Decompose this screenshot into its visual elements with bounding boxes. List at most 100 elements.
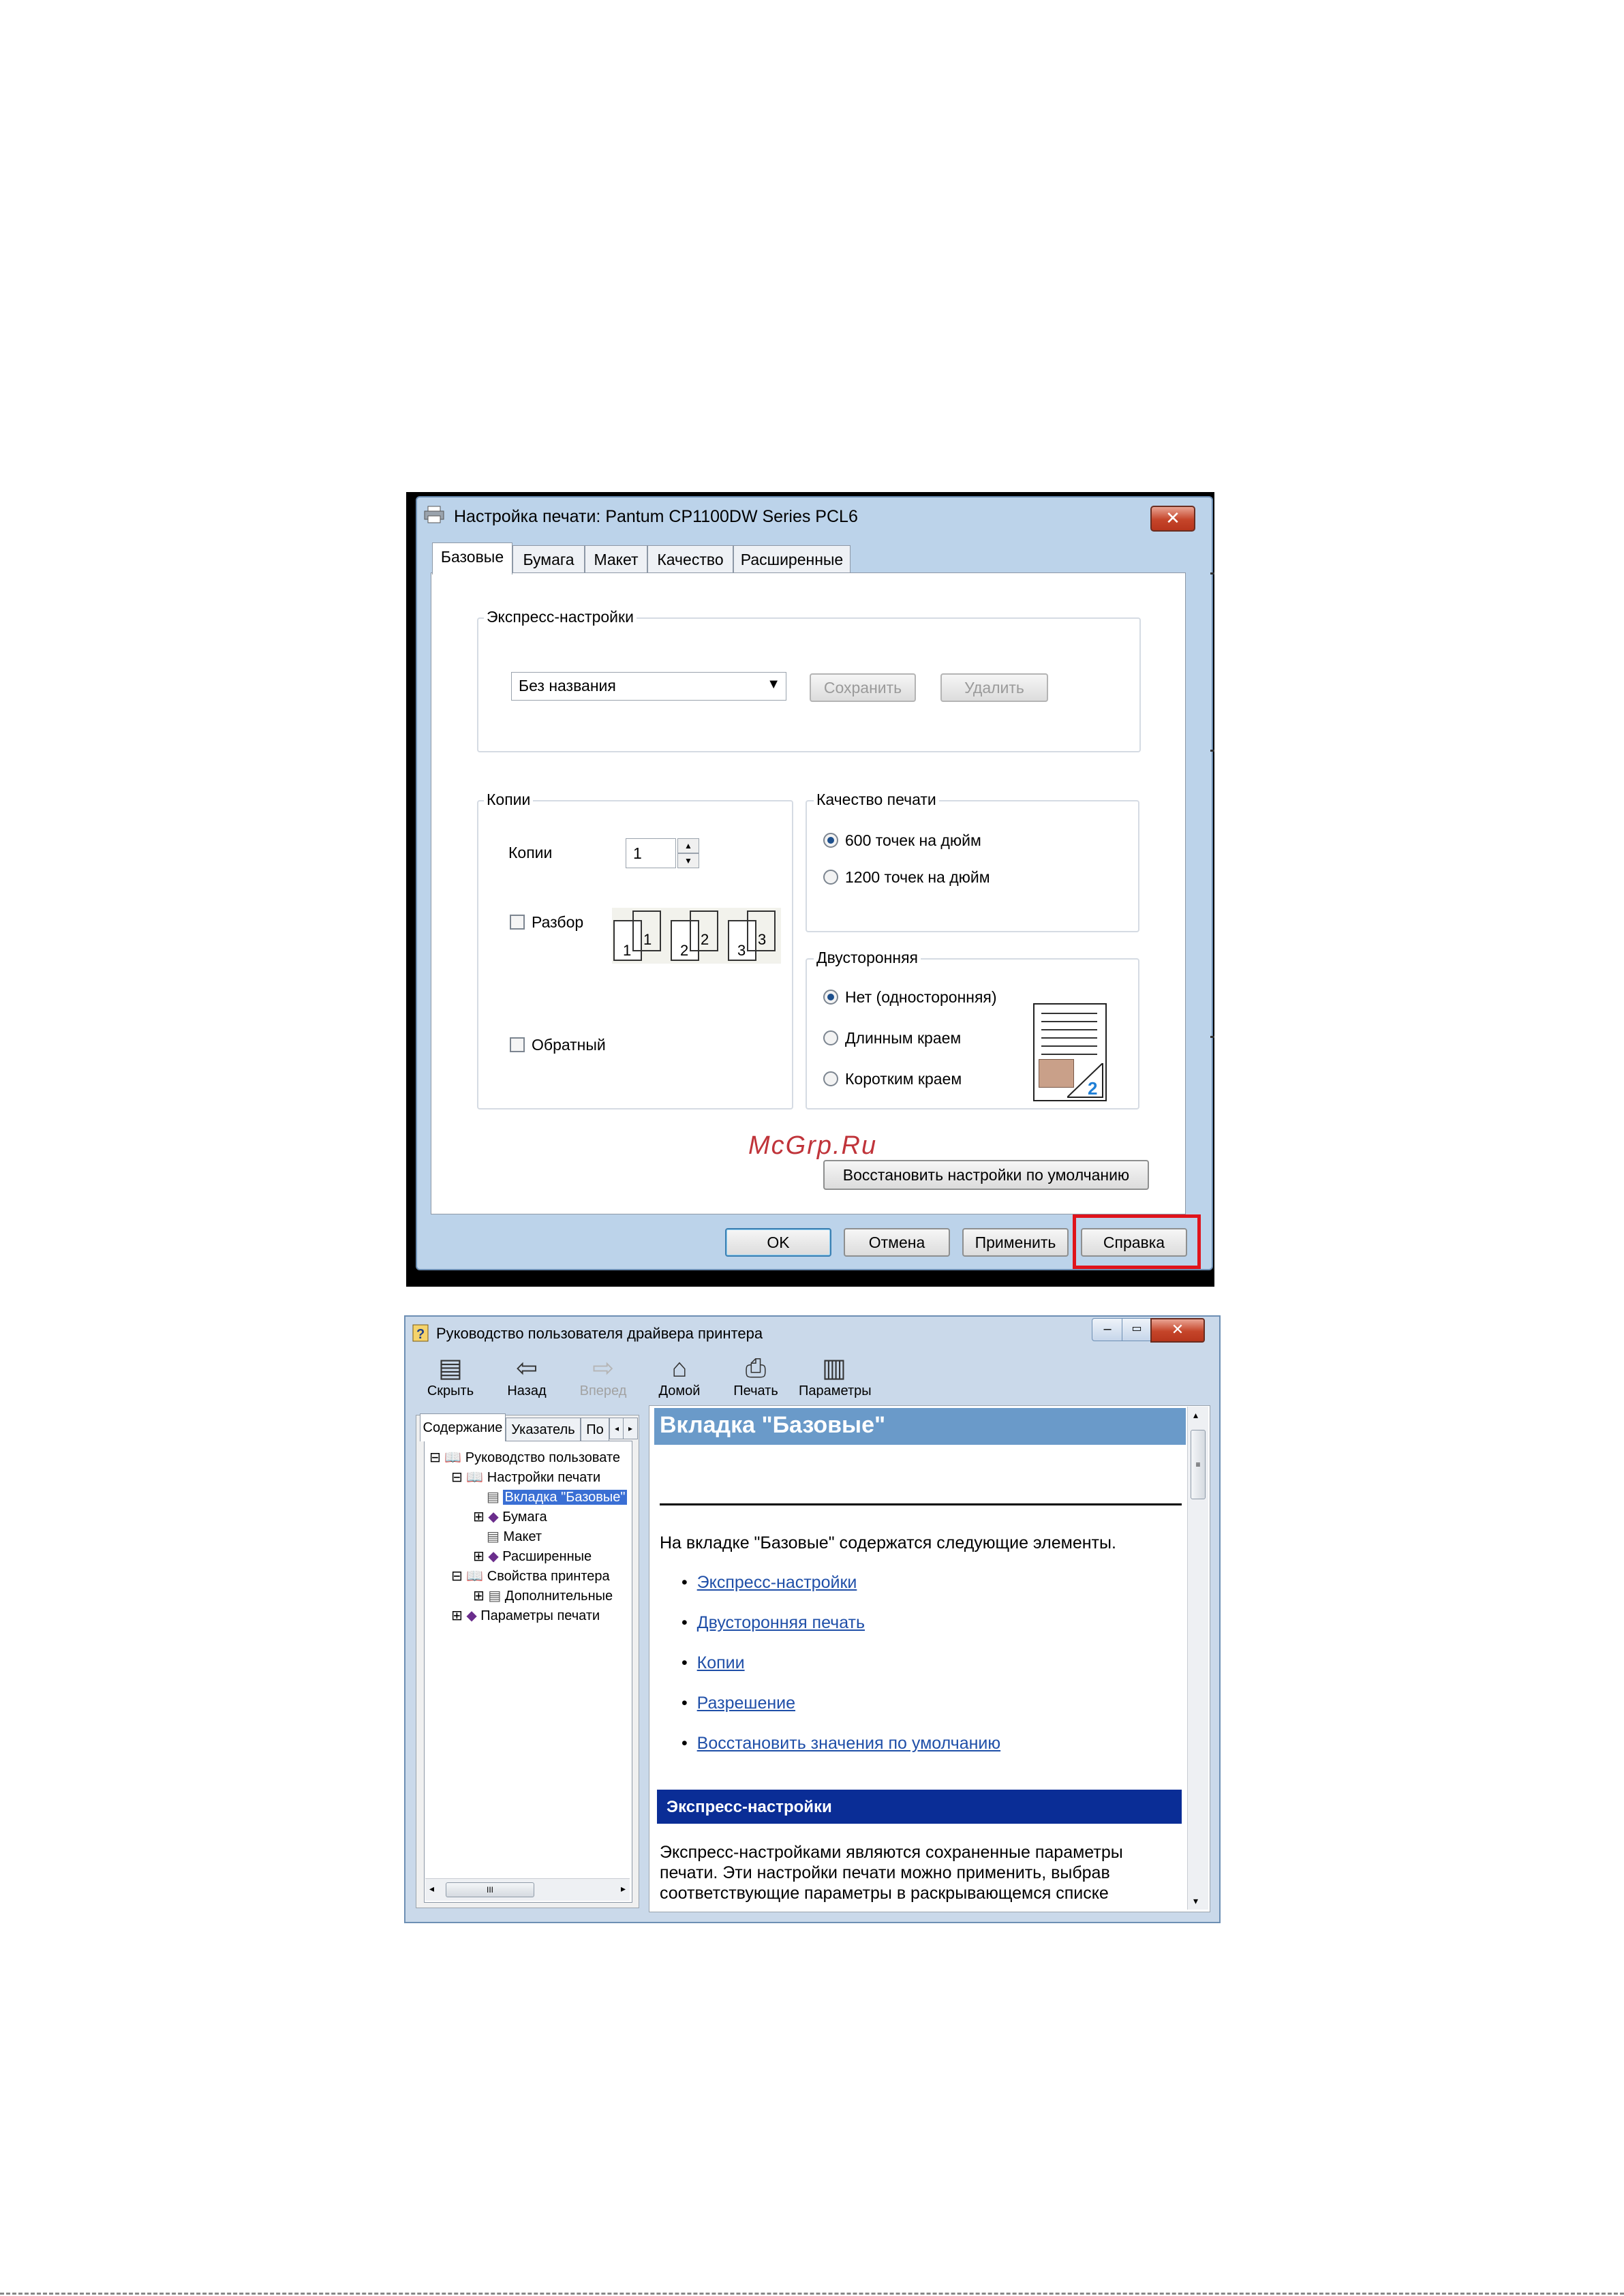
content-intro: На вкладке "Базовые" содержатся следующи…: [660, 1533, 1116, 1552]
dropdown-arrow-icon: ▼: [767, 677, 780, 692]
tab-basic[interactable]: Базовые: [432, 542, 512, 575]
close-button[interactable]: ✕: [1150, 506, 1195, 532]
dialog-title: Настройка печати: Pantum CP1100DW Series…: [454, 507, 858, 526]
tree-item[interactable]: ⊞ ▤ Дополнительные: [473, 1587, 613, 1604]
tree-horizontal-scrollbar[interactable]: ◂ III ▸: [425, 1878, 630, 1901]
duplex-long-edge-radio[interactable]: [823, 1030, 838, 1045]
duplex-long-edge-label: Длинным краем: [845, 1029, 962, 1047]
section-text-line: Экспресс-настройками являются сохраненны…: [660, 1843, 1123, 1862]
options-icon: ▥: [822, 1354, 846, 1383]
collate-page: 1: [632, 910, 661, 951]
section-text-line: печати. Эти настройки печати можно приме…: [660, 1863, 1110, 1882]
cancel-button[interactable]: Отмена: [844, 1228, 950, 1257]
quality-600-radio[interactable]: [823, 833, 838, 848]
copies-up-button[interactable]: ▲: [677, 838, 699, 853]
copies-value: 1: [633, 844, 642, 862]
background-fragment: [1210, 572, 1214, 575]
restore-defaults-button[interactable]: Восстановить настройки по умолчанию: [823, 1160, 1149, 1190]
nav-tab-index[interactable]: Указатель: [506, 1418, 581, 1442]
toolbar-back-button[interactable]: ⇦ Назад: [499, 1353, 555, 1399]
duplex-preview: 2: [1033, 1003, 1107, 1101]
copies-label: Копии: [508, 844, 553, 861]
link-item[interactable]: • Копии: [681, 1653, 745, 1673]
tab-layout[interactable]: Макет: [585, 545, 647, 574]
scroll-down-icon: ▾: [1193, 1895, 1199, 1906]
collate-preview: 1 1 2 2 3 3: [612, 908, 781, 964]
duplex-none-radio[interactable]: [823, 990, 838, 1005]
back-arrow-icon: ⇦: [516, 1354, 538, 1383]
copies-legend: Копии: [484, 791, 534, 809]
toolbar-hide-button[interactable]: ▤ Скрыть: [423, 1353, 478, 1399]
duplex-short-edge-radio[interactable]: [823, 1071, 838, 1086]
quality-1200-label: 1200 точек на дюйм: [845, 868, 990, 886]
home-icon: ⌂: [671, 1354, 688, 1383]
tab-scroll-right-icon[interactable]: ▸: [623, 1418, 638, 1439]
svg-text:2: 2: [1088, 1078, 1097, 1099]
copies-down-button[interactable]: ▼: [677, 853, 699, 868]
section-heading: Экспресс-настройки: [667, 1798, 832, 1816]
tree-item[interactable]: ⊞ ◆ Бумага: [473, 1508, 547, 1525]
tree-item[interactable]: ⊞ ◆ Расширенные: [473, 1548, 592, 1565]
express-settings-legend: Экспресс-настройки: [484, 608, 637, 626]
book-open-icon: 📖: [444, 1450, 462, 1465]
tree-item[interactable]: ▤ Макет: [487, 1528, 542, 1545]
content-vertical-scrollbar[interactable]: ▴ ≡ ▾: [1187, 1407, 1208, 1910]
save-preset-button[interactable]: Сохранить: [810, 673, 916, 702]
tab-quality[interactable]: Качество: [647, 545, 733, 574]
tab-advanced[interactable]: Расширенные: [733, 545, 851, 574]
help-button-highlight: [1073, 1214, 1201, 1269]
section-text-line: соответствующие параметры в раскрывающем…: [660, 1884, 1109, 1903]
toolbar-options-button[interactable]: ▥ Параметры: [799, 1353, 872, 1399]
link-item[interactable]: • Двусторонняя печать: [681, 1613, 865, 1633]
background-fragment: [1210, 1036, 1214, 1038]
link-item[interactable]: • Экспресс-настройки: [681, 1573, 857, 1593]
tree-item[interactable]: ⊟ 📖 Свойства принтера: [451, 1567, 610, 1585]
nav-tab-search[interactable]: По: [581, 1418, 609, 1442]
help-window-title: Руководство пользователя драйвера принте…: [436, 1325, 763, 1342]
printer-icon: [424, 506, 444, 523]
tree-item[interactable]: ⊟ 📖 Настройки печати: [451, 1469, 600, 1486]
toolbar-print-button[interactable]: ⎙ Печать: [728, 1353, 784, 1399]
link-item[interactable]: • Разрешение: [681, 1694, 795, 1713]
tree-item[interactable]: ⊞ ◆ Параметры печати: [451, 1607, 600, 1624]
book-closed-icon: ◆: [488, 1549, 499, 1564]
content-heading: Вкладка "Базовые": [660, 1412, 886, 1438]
book-closed-icon: ◆: [466, 1608, 477, 1623]
help-close-button[interactable]: ✕: [1150, 1318, 1205, 1343]
toolbar-home-button[interactable]: ⌂ Домой: [652, 1353, 707, 1399]
reverse-checkbox[interactable]: [510, 1037, 525, 1052]
page-bottom-rule: [0, 2293, 1624, 2295]
tab-scroll-left-icon[interactable]: ◂: [609, 1418, 624, 1439]
book-closed-icon: ◆: [488, 1510, 499, 1525]
tree-item[interactable]: ▤ Вкладка "Базовые": [487, 1488, 627, 1505]
quality-600-label: 600 точек на дюйм: [845, 831, 981, 849]
delete-preset-button[interactable]: Удалить: [940, 673, 1048, 702]
toolbar-forward-button[interactable]: ⇨ Вперед: [575, 1353, 631, 1399]
quality-1200-radio[interactable]: [823, 870, 838, 885]
forward-arrow-icon: ⇨: [592, 1354, 614, 1383]
heading-divider: [660, 1503, 1182, 1505]
tree-expander-icon: ⊟: [429, 1450, 441, 1465]
duplex-none-label: Нет (односторонняя): [845, 988, 997, 1006]
maximize-button[interactable]: ▭: [1122, 1318, 1152, 1341]
scroll-thumb: III: [446, 1882, 534, 1897]
contents-tree-items: ⊟ 📖 Руководство пользовате ⊟ 📖 Настройки…: [429, 1449, 628, 1633]
ok-button[interactable]: OK: [725, 1228, 831, 1257]
collate-checkbox[interactable]: [510, 915, 525, 930]
express-preset-select[interactable]: Без названия ▼: [511, 672, 786, 701]
page-icon: ▤: [487, 1529, 500, 1544]
tree-expander-icon: ⊞: [473, 1510, 485, 1525]
express-preset-value: Без названия: [519, 677, 616, 694]
tab-paper[interactable]: Бумага: [512, 545, 585, 574]
copies-input[interactable]: 1: [626, 838, 676, 868]
tree-expander-icon: ⊞: [473, 1549, 485, 1564]
tree-item[interactable]: ⊟ 📖 Руководство пользовате: [429, 1449, 620, 1466]
help-book-icon: ?: [412, 1324, 429, 1342]
apply-button[interactable]: Применить: [962, 1228, 1069, 1257]
print-quality-group: [806, 800, 1139, 932]
reverse-label: Обратный: [532, 1036, 606, 1054]
nav-tab-contents[interactable]: Содержание: [420, 1413, 506, 1441]
minimize-button[interactable]: –: [1092, 1318, 1123, 1341]
duplex-short-edge-label: Коротким краем: [845, 1070, 962, 1088]
link-item[interactable]: • Восстановить значения по умолчанию: [681, 1734, 1000, 1754]
